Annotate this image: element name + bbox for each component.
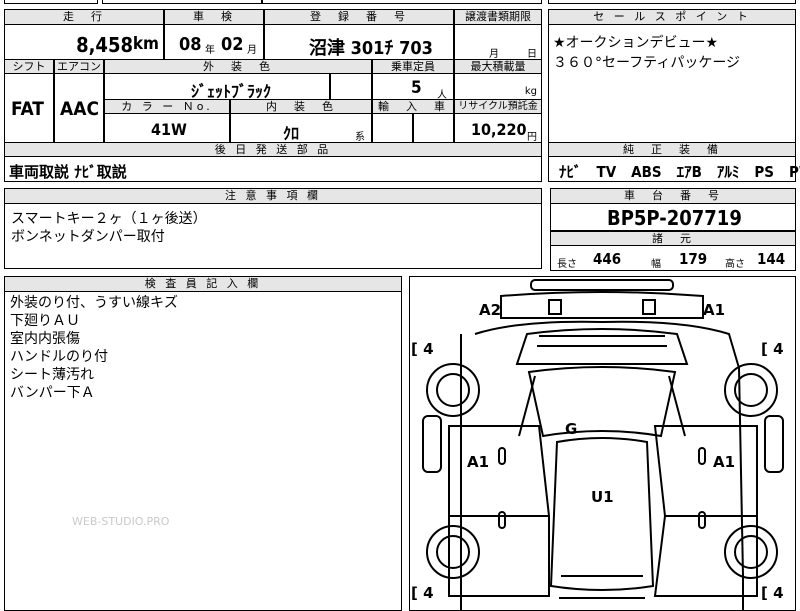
registration-value: 沼津 301ﾁ 703 — [309, 38, 433, 59]
shift-cell: FAT — [4, 73, 54, 143]
header-chassis-no: 車 台 番 号 — [550, 188, 796, 204]
later-parts-cell: 車両取説 ﾅﾋﾞ取説 — [4, 156, 542, 182]
inspector-note-1: 外装のり付、うすい線キズ — [10, 295, 178, 311]
mark-a2: A2 — [479, 301, 501, 319]
capacity-value: 5 — [411, 78, 422, 98]
inspection-year-unit: 年 — [205, 45, 215, 56]
tire-mark-rear-right: [ 4 — [761, 584, 784, 602]
equipment-value: ﾅﾋﾞ TV ABS ｴｱB ｱﾙﾐ PS PW — [559, 163, 800, 181]
length-label: 長さ — [557, 259, 577, 270]
mark-u1: U1 — [591, 488, 614, 506]
top-partial-cell-1 — [4, 0, 98, 4]
top-partial-cell-2 — [102, 0, 262, 4]
header-sales-point: セ ー ル ス ポ イ ン ト — [548, 9, 796, 25]
header-import: 輸 入 車 — [372, 99, 454, 114]
inspector-note-2: 下廻りＡＵ — [10, 313, 80, 329]
transfer-day-label: 日 — [527, 49, 537, 60]
dimensions-cell: 長さ 446 幅 179 高さ 144 — [550, 245, 796, 271]
capacity-cell: 5 人 — [372, 73, 454, 101]
header-capacity: 乗車定員 — [372, 59, 454, 74]
header-color-no: カ ラ ー Ｎo. — [104, 99, 230, 114]
inspection-year: 08 — [179, 34, 202, 55]
chassis-no-cell: BP5P-207719 — [550, 203, 796, 231]
tire-mark-rear-left: [ 4 — [411, 584, 434, 602]
equipment-cell: ﾅﾋﾞ TV ABS ｴｱB ｱﾙﾐ PS PW — [548, 156, 800, 182]
recycle-cell: 10,220 円 — [454, 113, 542, 143]
width-label: 幅 — [651, 259, 661, 270]
inspector-note-5: シート薄汚れ — [10, 367, 94, 383]
recycle-unit: 円 — [527, 132, 537, 143]
import-cell-1 — [372, 113, 413, 143]
mark-a1-left: A1 — [467, 453, 489, 471]
header-registration: 登 録 番 号 — [264, 9, 454, 25]
inspector-note-3: 室内内張傷 — [10, 331, 80, 347]
inspector-note-6: バンパー下Ａ — [10, 385, 95, 401]
top-partial-cell-4 — [548, 0, 796, 4]
header-mileage: 走 行 — [4, 9, 164, 25]
inspector-note-4: ハンドルのり付 — [10, 349, 108, 365]
color-no-value: 41W — [151, 120, 187, 139]
max-load-cell: kg — [454, 73, 542, 100]
interior-color-suffix: 系 — [355, 132, 365, 143]
notes-line-1: スマートキー２ヶ（１ヶ後送） — [11, 211, 207, 227]
mileage-cell: 8,458 km — [4, 24, 164, 60]
recycle-value: 10,220 — [471, 120, 527, 139]
mark-g: G — [565, 420, 577, 438]
header-aircon: エアコン — [54, 59, 104, 74]
car-diagram-box: A2 A1 G A1 A1 U1 [ 4 [ 4 [ 4 [ 4 — [409, 276, 796, 611]
aircon-cell: AAC — [54, 73, 104, 143]
later-parts-value: 車両取説 ﾅﾋﾞ取説 — [9, 163, 127, 181]
height-label: 高さ — [725, 259, 745, 270]
color-no-cell: 41W — [104, 113, 230, 143]
mark-a1-right: A1 — [713, 453, 735, 471]
width-value: 179 — [679, 250, 708, 268]
transfer-month-label: 月 — [489, 49, 499, 60]
exterior-color-extra — [330, 73, 372, 100]
header-transfer-date: 譲渡書類期限 — [454, 9, 542, 25]
header-dimensions: 諸 元 — [550, 231, 796, 246]
length-value: 446 — [593, 250, 622, 268]
tire-mark-front-left: [ 4 — [411, 340, 434, 358]
header-notes: 注 意 事 項 欄 — [4, 188, 542, 204]
header-standard-equipment: 純 正 装 備 — [548, 142, 796, 157]
shift-value: FAT — [11, 98, 44, 120]
import-cell-2 — [413, 113, 454, 143]
max-load-unit: kg — [524, 86, 537, 97]
exterior-color-cell: ｼﾞｪｯﾄﾌﾞﾗｯｸ — [104, 73, 330, 101]
height-value: 144 — [757, 250, 786, 268]
header-exterior-color: 外 装 色 — [104, 59, 372, 74]
header-inspection: 車 検 — [164, 9, 264, 25]
top-partial-cell-3 — [262, 0, 542, 4]
tire-mark-front-right: [ 4 — [761, 340, 784, 358]
watermark: WEB-STUDIO.PRO — [72, 515, 170, 528]
aircon-value: AAC — [60, 98, 100, 120]
registration-cell: 沼津 301ﾁ 703 — [264, 24, 454, 60]
header-interior-color: 内 装 色 — [230, 99, 372, 114]
header-max-load: 最大積載量 — [454, 59, 542, 74]
sales-point-line-2: ３６０°セーフティパッケージ — [553, 55, 741, 71]
chassis-no-value: BP5P-207719 — [607, 206, 742, 230]
inspection-cell: 08 年 02 月 — [164, 24, 264, 60]
notes-line-2: ボンネットダンパー取付 — [11, 229, 165, 245]
car-diagram: A2 A1 G A1 A1 U1 [ 4 [ 4 [ 4 [ 4 — [411, 279, 784, 611]
header-later-parts: 後 日 発 送 部 品 — [4, 142, 542, 157]
notes-box: スマートキー２ヶ（１ヶ後送） ボンネットダンパー取付 — [4, 203, 542, 269]
header-shift: シフト — [4, 59, 54, 74]
inspection-month: 02 — [221, 34, 244, 55]
transfer-date-cell: 月 日 — [454, 24, 542, 60]
mileage-value: 8,458 — [76, 33, 133, 57]
inspector-notes-box: 外装のり付、うすい線キズ 下廻りＡＵ 室内内張傷 ハンドルのり付 シート薄汚れ … — [4, 291, 402, 611]
interior-color-cell: ｸﾛ 系 — [230, 113, 372, 143]
interior-color-value: ｸﾛ — [283, 124, 300, 143]
mark-a1-front: A1 — [703, 301, 725, 319]
sales-point-line-1: ★オークションデビュー★ — [553, 35, 719, 51]
mileage-unit: km — [132, 34, 159, 54]
inspection-month-unit: 月 — [247, 45, 257, 56]
header-recycle: リサイクル預託金 — [454, 99, 542, 114]
header-inspector: 検 査 員 記 入 欄 — [4, 276, 402, 292]
